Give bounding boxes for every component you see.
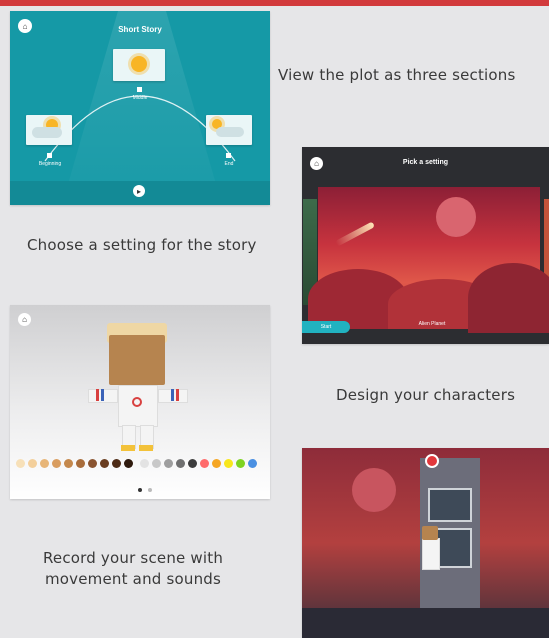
- stripe: [96, 389, 99, 401]
- character-screenshot: ⌂: [10, 305, 270, 499]
- setting-title: Pick a setting: [402, 159, 449, 166]
- record-button[interactable]: [425, 454, 439, 468]
- end-node: [226, 153, 231, 158]
- terrain: [468, 263, 549, 333]
- color-swatch[interactable]: [112, 459, 121, 468]
- color-swatch[interactable]: [176, 459, 185, 468]
- middle-card[interactable]: [113, 49, 165, 81]
- caption-setting: Choose a setting for the story: [27, 236, 257, 254]
- color-swatch[interactable]: [164, 459, 173, 468]
- color-swatch[interactable]: [140, 459, 149, 468]
- planet-icon: [352, 468, 396, 512]
- plot-screenshot: ⌂ Short Story Middle Beginning End ▸: [10, 11, 270, 205]
- left-boot: [121, 445, 135, 451]
- character-head: [422, 526, 438, 540]
- sun-icon: [131, 56, 147, 72]
- color-swatch[interactable]: [224, 459, 233, 468]
- stripe: [101, 389, 104, 401]
- color-swatch[interactable]: [212, 459, 221, 468]
- suit-badge: [132, 397, 142, 407]
- page-dot[interactable]: [138, 488, 142, 492]
- stripe: [171, 389, 174, 401]
- caption-record: Record your scene with movement and soun…: [42, 549, 224, 588]
- ground: [302, 608, 549, 638]
- rocket-window: [428, 488, 472, 522]
- plot-arc: [44, 95, 236, 162]
- cloud-icon: [216, 127, 244, 137]
- color-swatch[interactable]: [16, 459, 25, 468]
- comet-icon: [335, 221, 375, 247]
- color-swatch[interactable]: [124, 459, 133, 468]
- color-swatch[interactable]: [188, 459, 197, 468]
- scene-name: Alien Planet: [418, 321, 446, 327]
- planet-icon: [436, 197, 476, 237]
- cloud-icon: [32, 127, 62, 138]
- top-bar: [0, 0, 549, 6]
- beginning-card[interactable]: [26, 115, 72, 145]
- color-swatch[interactable]: [40, 459, 49, 468]
- color-swatch[interactable]: [28, 459, 37, 468]
- caption-plot: View the plot as three sections: [278, 66, 516, 84]
- end-card[interactable]: [206, 115, 252, 145]
- middle-node: [137, 87, 142, 92]
- end-label: End: [224, 161, 234, 167]
- color-swatch[interactable]: [248, 459, 257, 468]
- color-swatch[interactable]: [200, 459, 209, 468]
- color-swatch[interactable]: [100, 459, 109, 468]
- right-boot: [139, 445, 153, 451]
- color-swatch[interactable]: [52, 459, 61, 468]
- setting-screenshot: ⌂ Pick a setting Start Alien Planet: [302, 147, 549, 344]
- setting-scene[interactable]: [308, 187, 549, 333]
- home-icon[interactable]: ⌂: [18, 313, 31, 326]
- play-icon[interactable]: ▸: [133, 185, 145, 197]
- beginning-label: Beginning: [38, 161, 62, 167]
- color-swatch[interactable]: [76, 459, 85, 468]
- color-swatch[interactable]: [88, 459, 97, 468]
- color-swatch[interactable]: [236, 459, 245, 468]
- color-swatch[interactable]: [152, 459, 161, 468]
- character[interactable]: [422, 538, 440, 570]
- start-button[interactable]: Start: [302, 321, 350, 333]
- caption-characters: Design your characters: [336, 386, 516, 404]
- stripe: [176, 389, 179, 401]
- color-swatch[interactable]: [64, 459, 73, 468]
- record-screenshot: [302, 448, 549, 638]
- page-dot[interactable]: [148, 488, 152, 492]
- middle-label: Middle: [132, 95, 148, 101]
- beginning-node: [47, 153, 52, 158]
- character-head: [109, 335, 165, 385]
